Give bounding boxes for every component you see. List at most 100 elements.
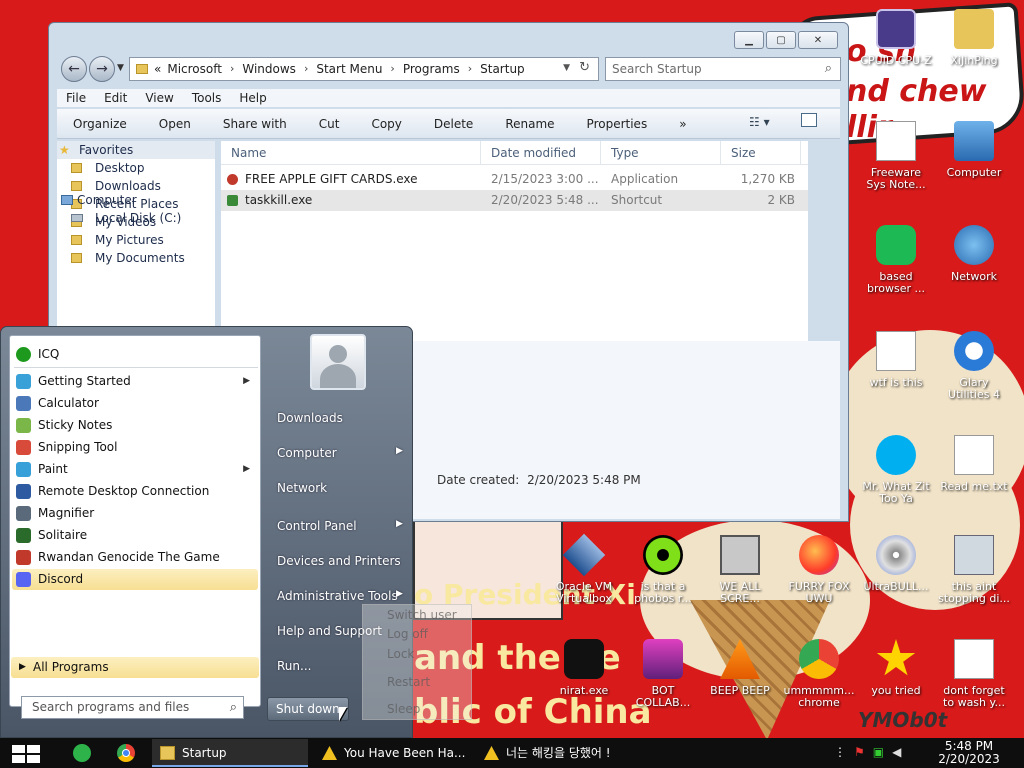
- close-button[interactable]: ✕: [798, 31, 838, 49]
- search-input[interactable]: Search Startup ⌕: [605, 57, 841, 81]
- tray-overflow-icon[interactable]: ⋮: [834, 745, 846, 759]
- nav-item[interactable]: Desktop: [57, 159, 215, 177]
- desktop-icon[interactable]: this aint stopping di...: [938, 532, 1010, 605]
- flag-icon[interactable]: ⚑: [854, 745, 865, 759]
- chrome-taskbar-icon[interactable]: [117, 744, 135, 762]
- rename-button[interactable]: Rename: [489, 117, 570, 131]
- delete-button[interactable]: Delete: [418, 117, 489, 131]
- shutdown-button[interactable]: Shut down: [267, 697, 349, 721]
- pinned-app-icon[interactable]: [73, 744, 91, 762]
- favorites-node[interactable]: ★ Favorites: [57, 141, 215, 159]
- user-avatar[interactable]: [310, 334, 366, 390]
- breadcrumb-item[interactable]: Start Menu: [316, 62, 382, 76]
- computer-node[interactable]: Computer: [57, 191, 215, 209]
- column-header[interactable]: Name: [221, 141, 481, 164]
- desktop-icon[interactable]: nirat.exe: [548, 636, 620, 697]
- refresh-icon[interactable]: ↻: [579, 60, 590, 75]
- open-button[interactable]: Open: [143, 117, 207, 131]
- desktop-icon[interactable]: CPUID CPU-Z: [860, 6, 932, 67]
- shutdown-option-restart[interactable]: Restart: [387, 675, 430, 689]
- desktop-icon[interactable]: Freeware Sys Note...: [860, 118, 932, 191]
- clock[interactable]: 5:48 PM 2/20/2023: [936, 740, 1002, 766]
- organize-button[interactable]: Organize: [57, 117, 143, 131]
- share-with-button[interactable]: Share with: [207, 117, 303, 131]
- breadcrumb-separator[interactable]: ›: [390, 62, 394, 76]
- desktop-icon[interactable]: BEEP BEEP: [704, 636, 776, 697]
- forward-button[interactable]: →: [89, 56, 115, 82]
- address-prefix[interactable]: «: [154, 62, 161, 76]
- maximize-button[interactable]: ▢: [766, 31, 796, 49]
- start-item-remote-desktop-connection[interactable]: Remote Desktop Connection: [12, 481, 258, 502]
- desktop-icon[interactable]: BOT COLLAB...: [627, 636, 699, 709]
- desktop-icon[interactable]: XiJinPing: [938, 6, 1010, 67]
- desktop-icon[interactable]: based browser ...: [860, 222, 932, 295]
- column-header[interactable]: Type: [601, 141, 721, 164]
- start-right-network[interactable]: Network: [277, 481, 407, 495]
- file-row[interactable]: taskkill.exe 2/20/2023 5:48 ... Shortcut 2 …: [221, 190, 808, 211]
- start-button[interactable]: [10, 744, 42, 764]
- desktop-icon[interactable]: wtf is this: [860, 328, 932, 389]
- desktop-icon[interactable]: WE ALL SCRE...: [704, 532, 776, 605]
- start-item-sticky-notes[interactable]: Sticky Notes: [12, 415, 258, 436]
- start-item-rwandan-genocide-the-game[interactable]: Rwandan Genocide The Game: [12, 547, 258, 568]
- menu-view[interactable]: View: [136, 91, 182, 105]
- start-right-devices-and-printers[interactable]: Devices and Printers: [277, 554, 407, 568]
- cut-button[interactable]: Cut: [303, 117, 356, 131]
- desktop-icon[interactable]: UltraBULL...: [860, 532, 932, 593]
- breadcrumb-separator[interactable]: ›: [230, 62, 234, 76]
- nav-item[interactable]: My Documents: [57, 249, 215, 267]
- desktop-icon[interactable]: Network: [938, 222, 1010, 283]
- start-item-discord[interactable]: Discord: [12, 569, 258, 590]
- minimize-button[interactable]: ▁: [734, 31, 764, 49]
- breadcrumb-separator[interactable]: ›: [304, 62, 308, 76]
- search-icon[interactable]: ⌕: [825, 61, 832, 76]
- shutdown-option-sleep[interactable]: Sleep: [387, 702, 420, 716]
- menu-help[interactable]: Help: [230, 91, 275, 105]
- shutdown-option-switch-user[interactable]: Switch user: [387, 608, 457, 622]
- desktop-icon[interactable]: Mr. What Zit Too Ya: [860, 432, 932, 505]
- menu-edit[interactable]: Edit: [95, 91, 136, 105]
- start-item-solitaire[interactable]: Solitaire: [12, 525, 258, 546]
- desktop-icon[interactable]: Glary Utilities 4: [938, 328, 1010, 401]
- start-search-input[interactable]: Search programs and files ⌕: [21, 696, 244, 719]
- desktop-icon[interactable]: Oracle VM Virtualbox: [548, 532, 620, 605]
- nav-item[interactable]: My Pictures: [57, 231, 215, 249]
- column-header[interactable]: Date modified: [481, 141, 601, 164]
- more-commands-button[interactable]: »: [663, 117, 702, 131]
- shutdown-option-lock[interactable]: Lock: [387, 647, 414, 661]
- menu-file[interactable]: File: [57, 91, 95, 105]
- start-item-getting-started[interactable]: Getting Started ▶: [12, 371, 258, 392]
- desktop-icon[interactable]: Computer: [938, 118, 1010, 179]
- address-bar[interactable]: « Microsoft › Windows › Start Menu › Programs ›…: [129, 57, 599, 81]
- back-button[interactable]: ←: [61, 56, 87, 82]
- start-right-computer[interactable]: Computer ▶: [277, 446, 407, 460]
- breadcrumb-item[interactable]: Startup: [480, 62, 525, 76]
- desktop-icon[interactable]: is that a phobos r...: [627, 532, 699, 605]
- desktop-icon[interactable]: FURRY FOX UWU: [783, 532, 855, 605]
- desktop-icon[interactable]: you tried: [860, 636, 932, 697]
- taskbar-task[interactable]: Startup: [152, 739, 308, 767]
- desktop-icon[interactable]: ummmmm... chrome: [783, 636, 855, 709]
- search-icon[interactable]: ⌕: [230, 697, 237, 718]
- all-programs-button[interactable]: ▶ All Programs: [11, 657, 259, 678]
- menu-tools[interactable]: Tools: [183, 91, 231, 105]
- start-right-control-panel[interactable]: Control Panel ▶: [277, 519, 407, 533]
- properties-button[interactable]: Properties: [571, 117, 664, 131]
- copy-button[interactable]: Copy: [355, 117, 417, 131]
- start-item-magnifier[interactable]: Magnifier: [12, 503, 258, 524]
- chevron-down-icon[interactable]: ▼: [563, 63, 570, 73]
- breadcrumb-separator[interactable]: ›: [468, 62, 472, 76]
- desktop-icon[interactable]: Read me.txt: [938, 432, 1010, 493]
- breadcrumb-item[interactable]: Programs: [403, 62, 460, 76]
- file-row[interactable]: FREE APPLE GIFT CARDS.exe 2/15/2023 3:00 …: [221, 169, 808, 190]
- start-right-downloads[interactable]: Downloads: [277, 411, 407, 425]
- taskbar-task[interactable]: You Have Been Ha...: [314, 739, 470, 767]
- taskbar-task[interactable]: 너는 해킹을 당했어 !: [476, 739, 636, 767]
- start-item-calculator[interactable]: Calculator: [12, 393, 258, 414]
- desktop-icon[interactable]: dont forget to wash y...: [938, 636, 1010, 709]
- nav-item-drive[interactable]: Local Disk (C:): [57, 209, 215, 227]
- recent-pages-dropdown[interactable]: ▼: [117, 63, 124, 73]
- breadcrumb-item[interactable]: Windows: [242, 62, 296, 76]
- shutdown-option-log-off[interactable]: Log off: [387, 627, 428, 641]
- network-tray-icon[interactable]: ▣: [873, 745, 884, 759]
